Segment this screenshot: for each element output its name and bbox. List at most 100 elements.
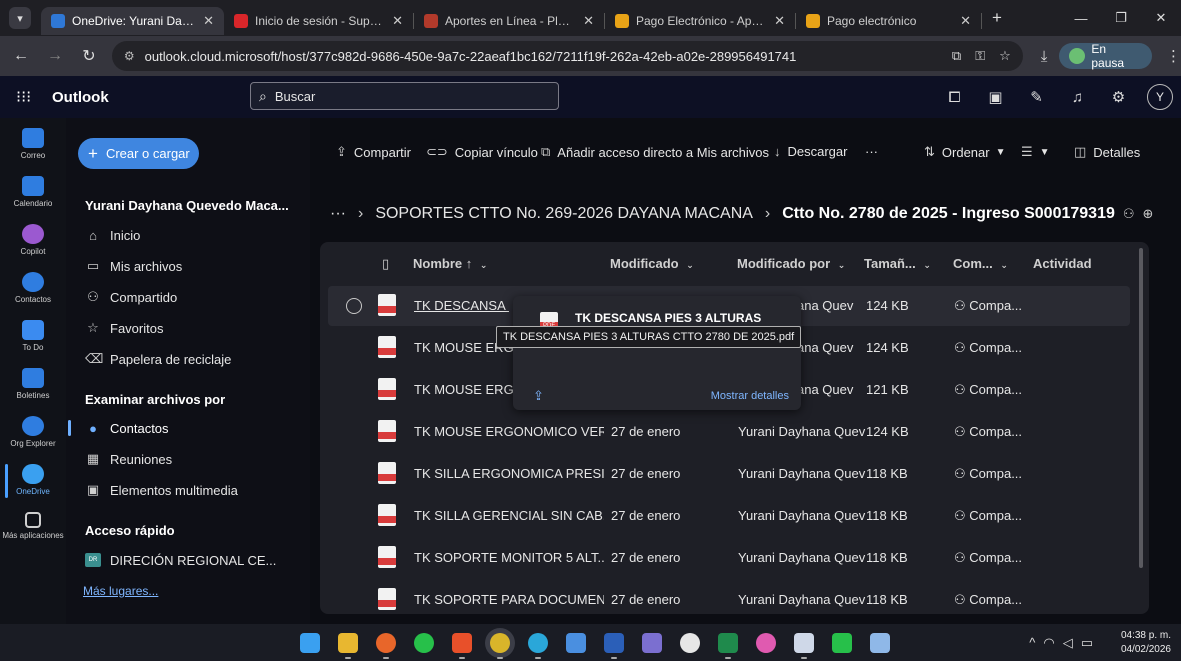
column-header-activity[interactable]: Actividad [1033, 256, 1092, 276]
app-launcher-icon[interactable]: ⁝⁝⁝ [16, 87, 36, 107]
nav-item-recycle-bin[interactable]: ⌫ Papelera de reciclaje [85, 348, 231, 370]
create-upload-button[interactable]: + Crear o cargar [78, 138, 199, 169]
close-tab-icon[interactable]: ✕ [392, 13, 403, 29]
rail-item-org-explorer[interactable]: Org Explorer [0, 416, 66, 448]
document-viewer-icon[interactable] [794, 633, 814, 659]
finance-icon[interactable] [832, 633, 852, 653]
shared-people-icon[interactable]: ⚇ [1123, 206, 1135, 222]
app-title[interactable]: Outlook [52, 89, 109, 106]
teams-chat-icon[interactable]: ⧠ [934, 89, 975, 106]
more-places-link[interactable]: Más lugares... [83, 584, 158, 598]
url-text[interactable]: outlook.cloud.microsoft/host/377c982d-96… [145, 49, 938, 64]
new-tab-button[interactable]: + [992, 8, 1002, 28]
url-bar[interactable]: ⚙ outlook.cloud.microsoft/host/377c982d-… [111, 41, 1023, 71]
office-icon[interactable]: ▣ [975, 88, 1016, 106]
rail-item-onedrive[interactable]: OneDrive [0, 464, 66, 498]
column-header-sharing[interactable]: Com... ⌄ [953, 256, 1008, 276]
search-box[interactable]: ⌕ Buscar [250, 82, 559, 110]
show-details-link[interactable]: Mostrar detalles [711, 390, 789, 402]
chevron-up-icon[interactable]: ^ [1029, 635, 1043, 650]
firefox-icon[interactable] [376, 633, 396, 659]
copy-link-button[interactable]: ⊂⊃ Copiar vínculo [426, 144, 538, 160]
whatsapp-icon[interactable] [414, 633, 434, 653]
nav-item-shared[interactable]: ⚇ Compartido [85, 286, 177, 308]
chrome-icon[interactable] [490, 633, 510, 659]
forward-arrow-icon[interactable]: → [42, 47, 68, 65]
file-sharing[interactable]: ⚇ Compa... [954, 508, 1022, 524]
file-name[interactable]: TK MOUSE ERGONO [414, 382, 524, 397]
rail-item-mail[interactable]: Correo [0, 128, 66, 160]
account-avatar[interactable]: Y [1147, 84, 1173, 110]
excel-icon[interactable] [718, 633, 738, 659]
sort-button[interactable]: ⇅ Ordenar ▼ [924, 144, 1006, 160]
file-explorer-icon[interactable] [338, 633, 358, 659]
nav-item-my-files[interactable]: ▭ Mis archivos [85, 255, 182, 277]
notepad-icon[interactable] [642, 633, 662, 653]
rail-item-contacts[interactable]: Contactos [0, 272, 66, 304]
add-shortcut-button[interactable]: ⧉ Añadir acceso directo a Mis archivos [541, 144, 769, 160]
system-tray[interactable]: ^◠◁▭ [1029, 635, 1101, 651]
share-icon[interactable]: ⇪ [533, 388, 544, 404]
browser-tab-onedrive[interactable]: OneDrive: Yurani Dayhana Quevedo Macana … [41, 7, 224, 35]
close-tab-icon[interactable]: ✕ [774, 13, 785, 29]
system-clock[interactable]: 04:38 p. m. 04/02/2026 [1121, 629, 1171, 657]
cast-icon[interactable]: ⧉ [952, 48, 961, 64]
file-sharing[interactable]: ⚇ Compa... [954, 592, 1022, 608]
close-tab-icon[interactable]: ✕ [583, 13, 594, 29]
file-name[interactable]: TK SILLA GERENCIAL SIN CAB... [414, 508, 604, 523]
file-name[interactable]: TK SOPORTE PARA DOCUMEN... [414, 592, 604, 607]
windows-start-icon[interactable] [300, 633, 320, 653]
notes-icon[interactable] [870, 633, 890, 653]
details-button[interactable]: ◫ Detalles [1074, 144, 1140, 160]
column-header-size[interactable]: Tamañ... ⌄ [864, 256, 931, 276]
file-sharing[interactable]: ⚇ Compa... [954, 340, 1022, 356]
battery-icon[interactable]: ▭ [1081, 635, 1101, 650]
file-sharing[interactable]: ⚇ Compa... [954, 424, 1022, 440]
nav-item-meetings[interactable]: ▦ Reuniones [85, 448, 172, 470]
breadcrumb-overflow[interactable]: ··· [330, 205, 346, 223]
file-sharing[interactable]: ⚇ Compa... [954, 382, 1022, 398]
file-name[interactable]: TK SOPORTE MONITOR 5 ALT... [414, 550, 604, 565]
brave-icon[interactable] [452, 633, 472, 659]
file-sharing[interactable]: ⚇ Compa... [954, 298, 1022, 314]
tab-search-menu-icon[interactable]: ▾ [9, 7, 31, 29]
globe-icon[interactable]: ⊕ [1143, 206, 1154, 222]
column-header-modified[interactable]: Modificado ⌄ [610, 256, 694, 276]
browser-menu-icon[interactable]: ⋮ [1166, 47, 1181, 65]
user-name-heading[interactable]: Yurani Dayhana Quevedo Maca... [85, 198, 289, 213]
column-header-modified-by[interactable]: Modificado por ⌄ [737, 256, 845, 276]
reload-icon[interactable]: ↻ [76, 46, 102, 66]
word-icon[interactable] [604, 633, 624, 659]
browser-tab-aportes[interactable]: Aportes en Línea - Planilla de pago ✕ [414, 7, 604, 35]
volume-icon[interactable]: ◁ [1063, 635, 1081, 650]
download-button[interactable]: ↓ Descargar [774, 144, 847, 159]
nav-item-home[interactable]: ⌂ Inicio [85, 224, 140, 246]
search-input[interactable]: Buscar [275, 89, 315, 104]
site-info-icon[interactable]: ⚙ [124, 49, 135, 63]
browser-tab-superintendencia[interactable]: Inicio de sesión - Superintendencia ✕ [224, 7, 413, 35]
bookmark-star-icon[interactable]: ☆ [999, 48, 1011, 64]
feedback-icon[interactable]: ✎ [1016, 88, 1057, 106]
file-name[interactable]: TK SILLA ERGONOMICA PRESI... [414, 466, 604, 481]
nav-item-media[interactable]: ▣ Elementos multimedia [85, 479, 238, 501]
table-row[interactable]: TK SOPORTE PARA DOCUMEN... 27 de enero Y… [328, 580, 1130, 614]
more-actions-button[interactable]: ··· [865, 144, 878, 159]
file-name[interactable]: TK MOUSE ERGONOMICO VER... [414, 424, 604, 439]
list-scrollbar[interactable] [1139, 248, 1143, 568]
download-icon[interactable]: ⤓ [1041, 48, 1048, 65]
rail-item-copilot[interactable]: Copilot [0, 224, 66, 256]
restore-icon[interactable]: ❐ [1101, 10, 1141, 26]
close-window-icon[interactable]: ✕ [1141, 10, 1181, 26]
nav-item-favorites[interactable]: ☆ Favoritos [85, 317, 163, 339]
file-name[interactable]: TK DESCANSA ... [414, 298, 509, 313]
rail-item-newsletters[interactable]: Boletines [0, 368, 66, 400]
copilot-app-icon[interactable] [756, 633, 776, 653]
column-header-name[interactable]: Nombre ↑ ⌄ [413, 256, 487, 276]
close-tab-icon[interactable]: ✕ [203, 13, 214, 29]
whatsapp-alt-icon[interactable] [680, 633, 700, 653]
profile-status-button[interactable]: En pausa [1059, 42, 1153, 70]
minimize-icon[interactable]: — [1061, 11, 1101, 26]
quick-access-item-direcion[interactable]: DR DIRECIÓN REGIONAL CE... [85, 549, 276, 571]
close-tab-icon[interactable]: ✕ [960, 13, 971, 29]
share-button[interactable]: ⇪ Compartir [336, 144, 411, 160]
